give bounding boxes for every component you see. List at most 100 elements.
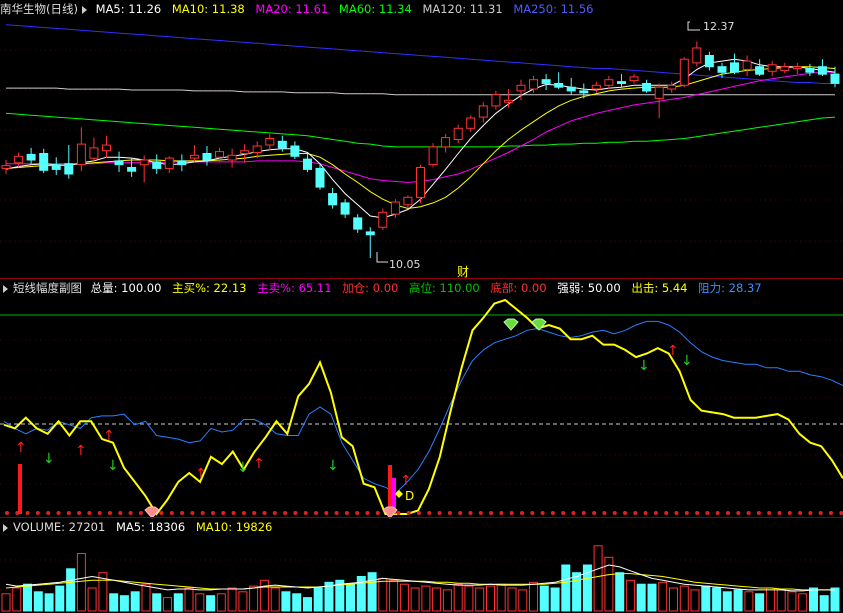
volume-bar [12,587,22,612]
volume-bar [367,572,377,612]
volume-bar [518,589,528,612]
low-pointer [376,252,388,263]
candle-body [591,84,601,90]
volume-bar [755,593,765,612]
baseline-dot [324,511,329,515]
baseline-dot [550,511,555,515]
green-down-arrow-icon: ↓ [237,460,249,476]
baseline-dot [190,511,195,515]
baseline-dot [118,511,123,515]
candle-body [441,137,451,148]
candle [453,124,463,144]
red-up-arrow-icon: ↑ [400,473,412,489]
price-pane[interactable] [1,21,840,263]
candle [89,137,99,162]
candle-body [805,68,815,73]
triangle-right-icon [3,284,8,293]
baseline-dot [530,511,535,515]
green-down-arrow-icon: ↓ [327,458,339,474]
candle [667,81,677,93]
baseline-dot [159,511,164,515]
candle-body [541,79,551,84]
candle-body [755,66,765,75]
baseline-dot [25,511,30,515]
candle [39,148,49,174]
volume-bar [690,589,700,612]
baseline-dot [272,511,277,515]
volume-bar [658,581,668,612]
candle [189,145,199,162]
baseline-dot [684,511,689,515]
candle-body [139,159,149,166]
candle [491,90,501,110]
indicator-pane[interactable]: ↑ ↑↑↑↑↑↑↓ ↓ ↓ ↓↓ ↓ [0,298,843,519]
volume-label[interactable]: VOLUME: 27201 [13,520,105,534]
candle [704,51,714,71]
volume-bar [615,572,625,612]
baseline-dot [602,511,607,515]
volume-bar [529,581,538,612]
candle-body [152,161,162,169]
volume-bar [507,587,517,612]
baseline-dot [787,511,792,515]
baseline-dot [169,511,174,515]
ma60-label: MA60: 11.34 [338,2,412,16]
candle [629,74,639,84]
candle-body [617,81,626,84]
volume-bar [238,591,248,612]
candle [554,72,564,90]
candle-body [102,144,111,152]
baseline-dot [674,511,679,515]
candle [466,115,476,132]
volume-bar [270,587,280,612]
exit-line [3,298,843,516]
volume-bar [173,593,183,612]
ma250-label: MA250: 11.56 [513,2,594,16]
volume-bar [809,587,818,612]
candle [102,135,111,159]
baseline-dot [664,511,669,515]
candle [164,156,174,174]
baseline-dot [458,511,463,515]
candle [114,151,124,173]
add-label: 加仓: 0.00 [342,281,399,295]
baseline-dot [56,511,61,515]
candle-body [240,150,250,154]
volume-bar [701,585,711,612]
baseline-dot [756,511,761,515]
baseline-dot [200,511,205,515]
candle-body [453,127,463,141]
candle-body [679,58,689,86]
ma250-line [5,24,835,84]
baseline-dot [612,511,617,515]
volume-bar [141,583,151,612]
volume-pane[interactable] [1,545,840,612]
candle-body [315,167,325,188]
candle-body [26,153,36,161]
baseline-dot [262,511,267,515]
volume-bar [410,587,420,612]
volume-bar [432,587,442,612]
baseline-dot [283,511,288,515]
volume-bar [44,593,54,612]
stock-title[interactable]: 南华生物(日线) [0,2,78,16]
candle-body [164,157,174,169]
baseline-dot [293,511,298,515]
high-pointer [687,21,700,31]
baseline-dot [798,511,803,515]
baseline-dot [561,511,566,515]
volume-bar [625,579,635,612]
baseline-dot [767,511,772,515]
volume-bar [798,593,808,612]
candle [503,89,513,108]
volume-bar [776,589,786,612]
red-up-arrow-icon: ↑ [667,343,679,359]
volume-bar [830,587,840,612]
main-sell-label: 主卖%: 65.11 [257,281,332,295]
indicator-title[interactable]: 短线幅度副图 [13,281,82,295]
volume-bar [389,579,399,612]
volume-bar [152,593,162,612]
baseline-dot [726,511,730,515]
bottom-label: 底部: 0.00 [490,281,547,295]
baseline-dot [417,511,421,515]
